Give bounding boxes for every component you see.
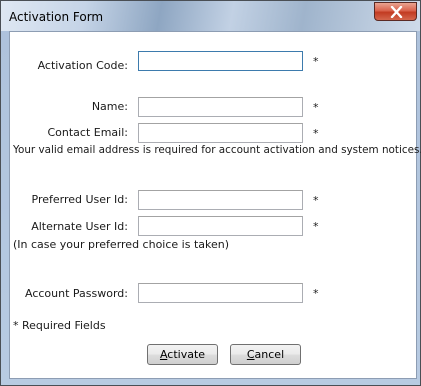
activation-code-label: Activation Code: bbox=[37, 59, 128, 72]
preferred-user-id-required-mark: * bbox=[313, 194, 319, 207]
form-body: Activation Code: * Name: * Contact Email… bbox=[9, 31, 421, 379]
name-required-mark: * bbox=[313, 101, 319, 114]
close-icon bbox=[390, 6, 403, 18]
required-fields-note: * Required Fields bbox=[13, 319, 106, 332]
activate-button[interactable]: Activate bbox=[147, 344, 218, 365]
contact-email-required-mark: * bbox=[313, 127, 319, 140]
name-label: Name: bbox=[91, 100, 128, 113]
cancel-button-label: ancel bbox=[254, 348, 285, 361]
alternate-note: (In case your preferred choice is taken) bbox=[13, 238, 230, 251]
name-input[interactable] bbox=[138, 97, 303, 117]
contact-email-label: Contact Email: bbox=[47, 126, 128, 139]
activation-code-required-mark: * bbox=[313, 55, 319, 68]
activation-code-input[interactable] bbox=[138, 51, 303, 71]
activate-button-label: ctivate bbox=[167, 348, 206, 361]
preferred-user-id-input[interactable] bbox=[138, 190, 303, 210]
cancel-button[interactable]: Cancel bbox=[230, 344, 301, 365]
email-note: Your valid email address is required for… bbox=[13, 144, 421, 156]
alternate-user-id-required-mark: * bbox=[313, 220, 319, 233]
cancel-mnemonic: C bbox=[246, 348, 255, 361]
account-password-label: Account Password: bbox=[25, 287, 128, 300]
alternate-user-id-input[interactable] bbox=[138, 216, 303, 236]
close-button[interactable] bbox=[374, 2, 417, 21]
contact-email-input[interactable] bbox=[138, 123, 303, 143]
window-title: Activation Form bbox=[9, 10, 104, 24]
preferred-user-id-label: Preferred User Id: bbox=[31, 193, 129, 206]
alternate-user-id-label: Alternate User Id: bbox=[31, 220, 128, 233]
account-password-required-mark: * bbox=[313, 287, 319, 300]
title-bar[interactable]: Activation Form bbox=[1, 1, 420, 31]
activation-form-window: Activation Form Activation Code: * Name:… bbox=[0, 0, 421, 386]
account-password-input[interactable] bbox=[138, 283, 303, 303]
